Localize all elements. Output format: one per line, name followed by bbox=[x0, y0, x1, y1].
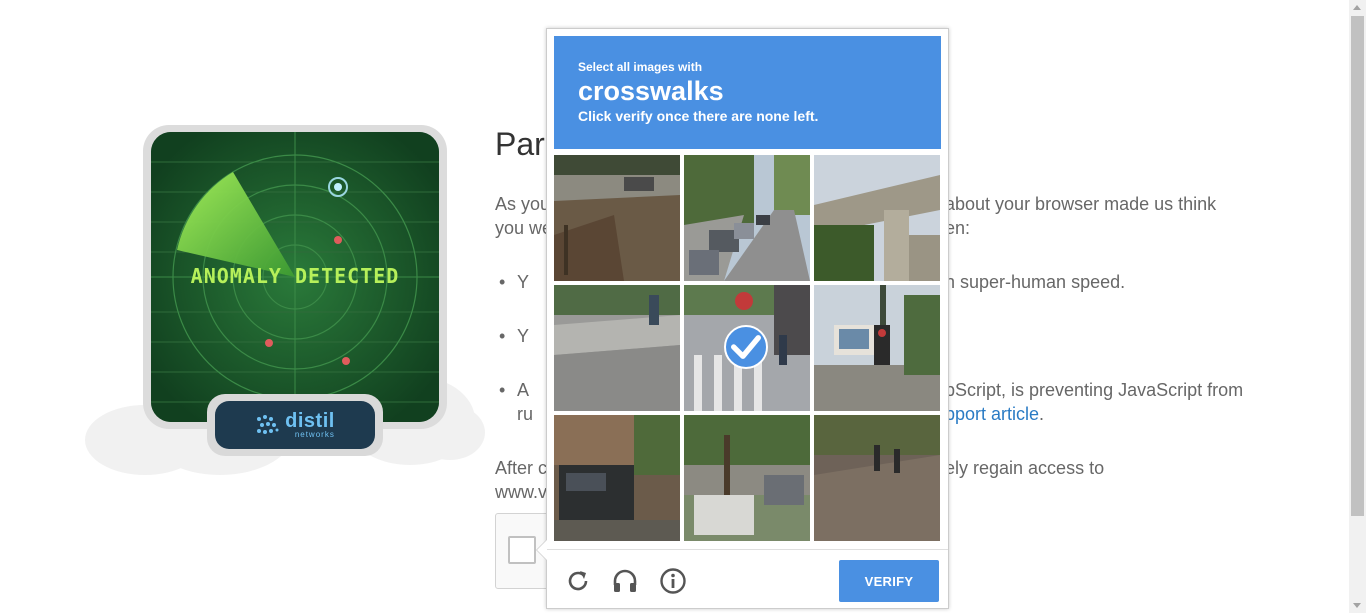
reason-1-left: Y bbox=[517, 272, 530, 292]
distil-logo: distil networks bbox=[215, 401, 375, 449]
distil-wordmark: distil bbox=[285, 410, 335, 432]
reason-3-link-wrap: pport article. bbox=[945, 402, 1044, 426]
image-tile[interactable] bbox=[814, 415, 940, 541]
distil-dots-icon bbox=[257, 415, 279, 434]
captcha-footer: VERIFY bbox=[547, 549, 948, 609]
image-tile[interactable] bbox=[814, 285, 940, 411]
reason-list-item: Y bbox=[499, 324, 530, 348]
page: ANOMALY DETECTED distil networks Parc As… bbox=[0, 0, 1366, 613]
recaptcha-checkbox[interactable] bbox=[508, 536, 536, 564]
prompt-instruction: Click verify once there are none left. bbox=[578, 108, 819, 124]
captcha-header: Select all images with crosswalks Click … bbox=[554, 36, 941, 149]
after-line-1-right: ely regain access to bbox=[945, 458, 1105, 478]
image-tile[interactable] bbox=[554, 285, 680, 411]
image-tile[interactable] bbox=[554, 155, 680, 281]
reason-3-right: pScript, is preventing JavaScript from bbox=[945, 380, 1244, 400]
prompt-small: Select all images with bbox=[578, 60, 703, 74]
intro-line-1-right: about your browser made us think bbox=[945, 194, 1217, 214]
reason-2-left: Y bbox=[517, 326, 530, 346]
radar-screen: ANOMALY DETECTED bbox=[151, 132, 439, 422]
image-tile[interactable] bbox=[554, 415, 680, 541]
distil-subtext: networks bbox=[294, 430, 335, 439]
captcha-challenge: Select all images with crosswalks Click … bbox=[536, 28, 949, 609]
info-icon[interactable] bbox=[659, 567, 687, 595]
reason-1-right: h super-human speed. bbox=[945, 272, 1126, 292]
scroll-up-icon[interactable] bbox=[1353, 5, 1361, 10]
verify-button[interactable]: VERIFY bbox=[839, 560, 939, 602]
prompt-target: crosswalks bbox=[578, 76, 724, 106]
image-tile[interactable] bbox=[684, 415, 810, 541]
image-tile[interactable] bbox=[684, 155, 810, 281]
page-scrollbar[interactable] bbox=[1349, 0, 1366, 613]
scroll-down-icon[interactable] bbox=[1353, 603, 1361, 608]
headphones-icon[interactable] bbox=[611, 567, 639, 595]
image-tile-selected[interactable] bbox=[684, 285, 810, 411]
reload-icon[interactable] bbox=[564, 567, 592, 595]
anomaly-illustration: ANOMALY DETECTED distil networks bbox=[85, 120, 485, 490]
image-tile[interactable] bbox=[814, 155, 940, 281]
reason-list-item: Y h super-human speed. bbox=[499, 270, 1125, 294]
scrollbar-thumb[interactable] bbox=[1351, 16, 1364, 516]
support-article-link[interactable]: pport article bbox=[945, 404, 1039, 424]
selected-check-icon bbox=[724, 325, 768, 369]
reason-3-period: . bbox=[1039, 404, 1045, 424]
popup-pointer bbox=[536, 539, 547, 561]
image-grid bbox=[554, 155, 941, 542]
anomaly-detected-label: ANOMALY DETECTED bbox=[190, 264, 400, 288]
